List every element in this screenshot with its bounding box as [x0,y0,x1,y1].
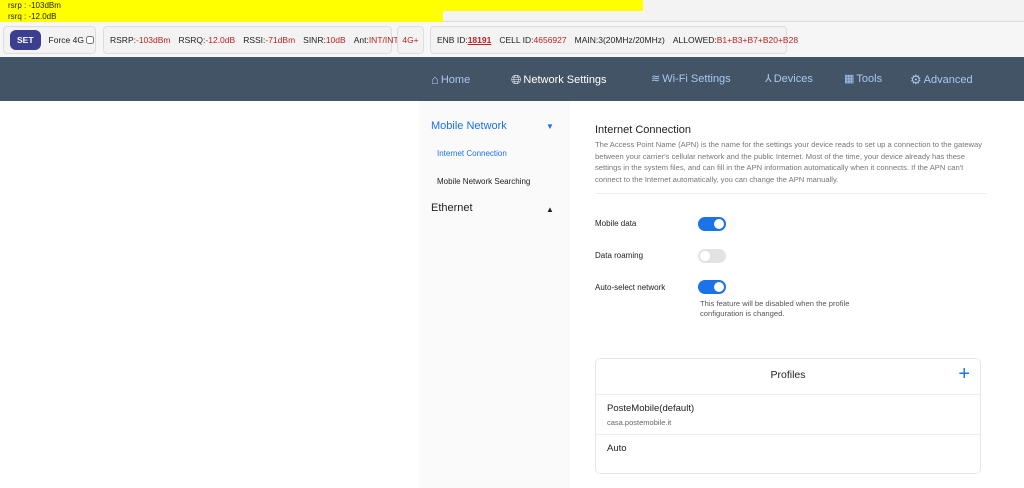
force4g-checkbox[interactable] [85,36,94,44]
cell-label: CELL ID: [499,35,534,45]
cell: CELL ID:4656927 [499,35,566,45]
auto-select-label: Auto-select network [595,283,666,292]
profiles-card: Profiles + PosteMobile(default) casa.pos… [595,358,981,474]
auto-select-toggle[interactable] [698,280,726,294]
main-band: MAIN:3(20MHz/20MHz) [574,35,665,45]
nav-home-label: Home [440,73,471,86]
sinr: SINR:10dB [303,35,346,45]
ant: Ant:INT/INT [354,35,399,45]
nav-wifi-settings[interactable]: ≋ Wi-Fi Settings [651,72,731,86]
tools-icon: ▦ [844,73,855,85]
sidebar-ethernet[interactable]: Ethernet [431,202,473,214]
home-icon: ⌂ [431,72,439,87]
cell-value: 4656927 [533,35,567,45]
set-button[interactable]: SET [10,30,41,50]
nav-network-settings[interactable]: 🌐︎ Network Settings [511,72,607,88]
rsrq: RSRQ:-12.0dB [178,35,235,45]
main-nav: ⌂ Home 🌐︎ Network Settings ≋ Wi-Fi Settings… [0,57,1024,101]
profile-item[interactable]: PosteMobile(default) casa.postemobile.it [596,395,980,435]
nav-tools-label: Tools [856,72,883,85]
nav-home[interactable]: ⌂ Home [431,72,470,87]
profiles-title: Profiles [596,359,980,395]
rssi-value: -71dBm [265,35,296,45]
set-box: SET Force 4G [3,26,96,54]
nav-wifi-label: Wi-Fi Settings [662,72,731,85]
mobile-data-toggle[interactable] [698,217,726,231]
rsrq-value: -12.0dB [205,35,236,45]
nav-tools[interactable]: ▦ Tools [844,72,883,86]
enb: ENB ID:18191 [437,35,491,45]
nav-advanced-label: Advanced [923,74,973,86]
globe-icon: 🌐︎ [511,72,522,87]
rsrp-bar: rsrp : -103dBm [0,0,643,11]
caret-down-icon[interactable]: ▼ [546,122,554,131]
page-description: The Access Point Name (APN) is the name … [595,139,987,195]
sinr-label: SINR: [303,35,326,45]
gear-icon: ⚙ [910,72,922,87]
profile-apn: casa.postemobile.it [607,418,672,427]
profile-name: Auto [607,443,627,454]
sidebar-network-searching[interactable]: Mobile Network Searching [437,177,530,186]
ant-label: Ant: [353,35,369,45]
rsrq-label: RSRQ: [178,35,206,45]
nav-network-label: Network Settings [523,74,607,86]
nav-advanced[interactable]: ⚙ Advanced [910,72,973,88]
rsrp: RSRP:-103dBm [110,35,170,45]
data-roaming-toggle[interactable] [698,249,726,263]
signal-box: RSRP:-103dBm RSRQ:-12.0dB RSSI:-71dBm SI… [103,26,399,54]
rssi: RSSI:-71dBm [243,35,295,45]
sidebar: Mobile Network ▼ Internet Connection Mob… [419,101,570,488]
network-type-box: 4G+ [397,26,424,54]
data-roaming-label: Data roaming [595,251,644,260]
allowed-label: ALLOWED: [672,35,717,45]
rsrp-label: RSRP: [110,35,136,45]
force4g-label: Force 4G [48,35,84,45]
wifi-icon: ≋ [651,73,661,85]
auto-select-note: This feature will be disabled when the p… [700,299,850,318]
add-profile-icon[interactable]: + [958,363,970,386]
caret-up-icon[interactable]: ▲ [546,205,554,214]
profile-name: PosteMobile(default) [607,403,695,414]
sidebar-internet-connection[interactable]: Internet Connection [437,149,507,158]
rsrp-value: -103dBm [135,35,171,45]
network-type: 4G+ [402,35,419,45]
ant-value: INT/INT [368,35,399,45]
nav-devices[interactable]: ⅄ Devices [765,72,813,86]
sidebar-mobile-network[interactable]: Mobile Network [431,120,507,132]
enb-label: ENB ID: [437,35,468,45]
devices-icon: ⅄ [765,73,772,85]
page-title: Internet Connection [595,124,692,136]
profile-item[interactable]: Auto [596,435,980,462]
mobile-data-label: Mobile data [595,219,637,228]
nav-devices-label: Devices [773,72,813,85]
main-content: Internet Connection The Access Point Nam… [595,101,987,195]
sinr-value: 10dB [325,35,346,45]
allowed-value: B1+B3+B7+B20+B28 [716,35,799,45]
enb-link[interactable]: 18191 [468,35,492,45]
cell-box: ENB ID:18191 CELL ID:4656927 MAIN:3(20MH… [430,26,798,54]
rsrq-bar: rsrq : -12.0dB [0,11,443,22]
allowed: ALLOWED:B1+B3+B7+B20+B28 [673,35,798,45]
rssi-label: RSSI: [243,35,266,45]
